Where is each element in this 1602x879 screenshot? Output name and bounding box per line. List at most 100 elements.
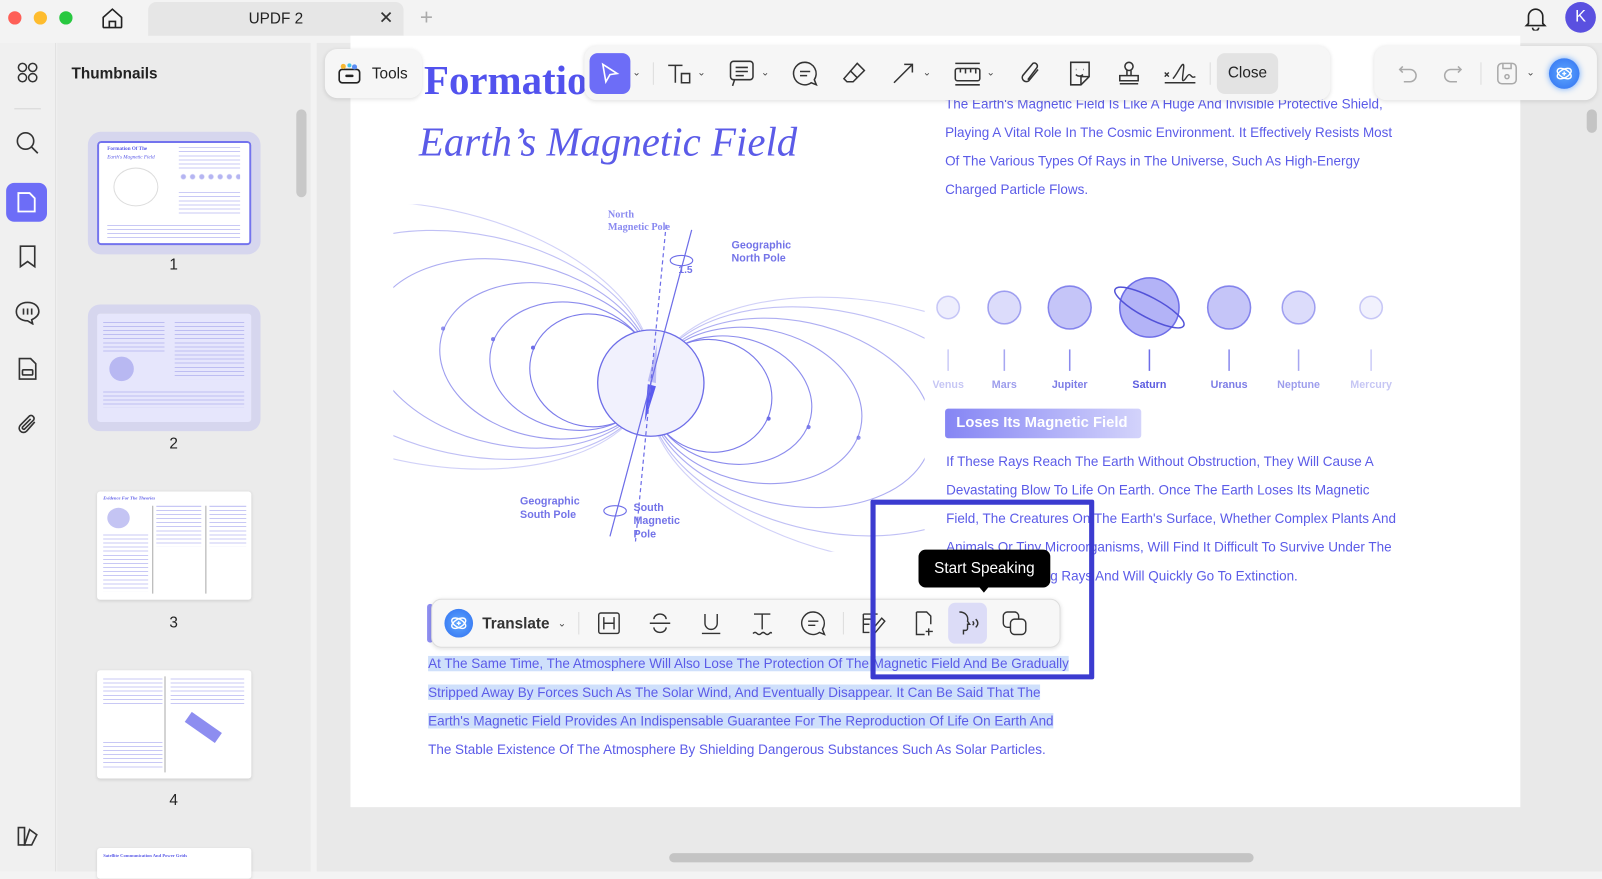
thumbnail-heading: Satellite Communication And Power Grids <box>103 853 188 859</box>
signature-icon[interactable] <box>1161 60 1200 87</box>
select-tool-button[interactable] <box>589 52 631 94</box>
horizontal-scrollbar[interactable] <box>669 853 1254 863</box>
document-tab[interactable]: UPDF 2 ✕ <box>148 2 404 36</box>
tools-button[interactable]: Tools <box>324 49 422 99</box>
attachment-tool-icon[interactable] <box>1013 60 1048 87</box>
planet-label: Venus <box>933 379 964 391</box>
planet-jupiter <box>1047 285 1092 330</box>
rail-divider <box>14 108 41 110</box>
line-tool-icon[interactable] <box>886 61 921 86</box>
main-toolbar: ⌄ ⌄ ⌄ ⌄ ⌄ Close <box>584 45 1331 101</box>
minimize-window-button[interactable] <box>33 11 47 25</box>
thumbnail-heading: Evidence For The Theories <box>103 495 156 501</box>
diagram-label: North <box>607 209 635 221</box>
diagram-label: South Pole <box>520 508 577 522</box>
vertical-scrollbar[interactable] <box>1586 109 1597 133</box>
planet-label: Saturn <box>1132 379 1166 391</box>
translate-button[interactable]: Translate <box>482 615 549 632</box>
thumbnail-number: 2 <box>169 435 178 453</box>
pdf-page: Formatio Earth’s Magnetic Field North Ma… <box>350 35 1521 808</box>
diagram-label: Magnetic Pole <box>607 221 671 233</box>
thumbnail-page-4[interactable] <box>97 670 252 779</box>
selected-text-line[interactable]: Earth's Magnetic Field Provides An Indis… <box>428 713 1054 729</box>
search-icon[interactable] <box>10 126 45 161</box>
chevron-down-icon[interactable]: ⌄ <box>761 67 770 78</box>
planet-venus <box>936 295 961 320</box>
comment-icon[interactable] <box>798 610 829 637</box>
text-line: Of The Various Types Of Rays in The Univ… <box>945 153 1360 169</box>
note-tool-icon[interactable] <box>724 59 759 88</box>
highlight-icon[interactable] <box>594 611 625 636</box>
squiggly-text-icon[interactable] <box>747 611 778 636</box>
bookmark-icon[interactable] <box>10 239 45 274</box>
eraser-icon[interactable] <box>837 60 872 87</box>
new-tab-icon[interactable]: + <box>420 4 433 31</box>
library-icon[interactable] <box>10 818 45 853</box>
chevron-down-icon[interactable]: ⌄ <box>1526 67 1535 78</box>
section-badge: Loses Its Magnetic Field <box>945 408 1142 439</box>
diagram-label: North Pole <box>731 252 786 265</box>
apps-grid-icon[interactable] <box>10 55 45 90</box>
tools-icon <box>337 62 362 84</box>
page-organize-icon[interactable] <box>10 351 45 386</box>
comment-tool-icon[interactable] <box>788 60 823 87</box>
thumbnail-number: 4 <box>169 791 178 810</box>
thumbnail-page-3[interactable]: Evidence For The Theories <box>97 491 252 600</box>
close-window-button[interactable] <box>8 11 22 25</box>
thumbnail-page-1[interactable]: Formation Of The Earth's Magnetic Field <box>87 131 261 255</box>
bell-icon[interactable] <box>1522 5 1549 32</box>
diagram-label: Geographic <box>520 495 580 508</box>
redo-icon[interactable] <box>1438 64 1469 82</box>
left-rail <box>0 42 57 872</box>
stamp-icon[interactable] <box>1112 60 1147 87</box>
thumbnails-icon[interactable] <box>6 182 47 222</box>
thumbnail-number: 3 <box>169 614 178 632</box>
document-title-line2: Earth’s Magnetic Field <box>418 118 798 165</box>
save-icon[interactable] <box>1494 61 1521 86</box>
tools-label: Tools <box>371 64 408 83</box>
text-line: If These Rays Reach The Earth Without Ob… <box>946 453 1374 469</box>
undo-icon[interactable] <box>1393 64 1424 82</box>
thumbnail-page-2[interactable] <box>87 304 261 432</box>
diagram-label: Pole <box>633 528 657 541</box>
diagram-label: Geographic <box>731 239 792 252</box>
selected-text-line[interactable]: Stripped Away By Forces Such As The Sola… <box>428 684 1041 700</box>
planet-label: Uranus <box>1211 379 1248 391</box>
attachment-icon[interactable] <box>10 407 45 442</box>
planets-diagram: Venus Mars Jupiter Saturn Uranus Neptune Mercu… <box>933 277 1392 391</box>
thumbnail-number: 1 <box>169 256 178 274</box>
sticker-icon[interactable] <box>1063 60 1098 87</box>
comments-icon[interactable] <box>10 295 45 330</box>
thumbnail-page-5[interactable]: Satellite Communication And Power Grids <box>97 848 252 879</box>
thumbnails-scrollbar[interactable] <box>296 109 307 198</box>
measure-tool-icon[interactable] <box>950 60 985 87</box>
chevron-down-icon[interactable]: ⌄ <box>697 67 706 78</box>
rotation-arrow-icon <box>603 505 627 517</box>
chevron-down-icon[interactable]: ⌄ <box>923 67 932 78</box>
chevron-down-icon[interactable]: ⌄ <box>632 67 641 78</box>
home-icon[interactable] <box>99 5 126 32</box>
ai-assistant-icon[interactable] <box>1549 57 1580 89</box>
planet-mars <box>987 290 1022 325</box>
thumbnails-panel: Thumbnails Formation Of The Earth's Magn… <box>57 42 311 879</box>
diagram-label: South <box>633 501 664 514</box>
planet-neptune <box>1281 290 1316 325</box>
translate-ai-icon <box>444 608 474 638</box>
planet-label: Jupiter <box>1052 379 1089 391</box>
diagram-label: Magnetic <box>633 514 680 528</box>
zoom-window-button[interactable] <box>59 11 73 25</box>
chevron-down-icon[interactable]: ⌄ <box>987 67 996 78</box>
close-tab-icon[interactable]: ✕ <box>379 8 394 28</box>
avatar[interactable]: K <box>1565 2 1596 33</box>
planet-label: Mercury <box>1350 379 1392 391</box>
text-line[interactable]: The Stable Existence Of The Atmosphere B… <box>428 736 1069 765</box>
strikethrough-icon[interactable] <box>645 611 676 636</box>
chevron-down-icon[interactable]: ⌄ <box>558 618 567 629</box>
panel-title: Thumbnails <box>71 65 158 83</box>
planet-uranus <box>1206 285 1252 330</box>
angle-label: 1.5 <box>678 264 693 276</box>
underline-icon[interactable] <box>696 611 727 636</box>
text-tool-icon[interactable] <box>665 61 696 86</box>
close-button[interactable]: Close <box>1216 52 1279 94</box>
tab-title: UPDF 2 <box>248 10 304 28</box>
